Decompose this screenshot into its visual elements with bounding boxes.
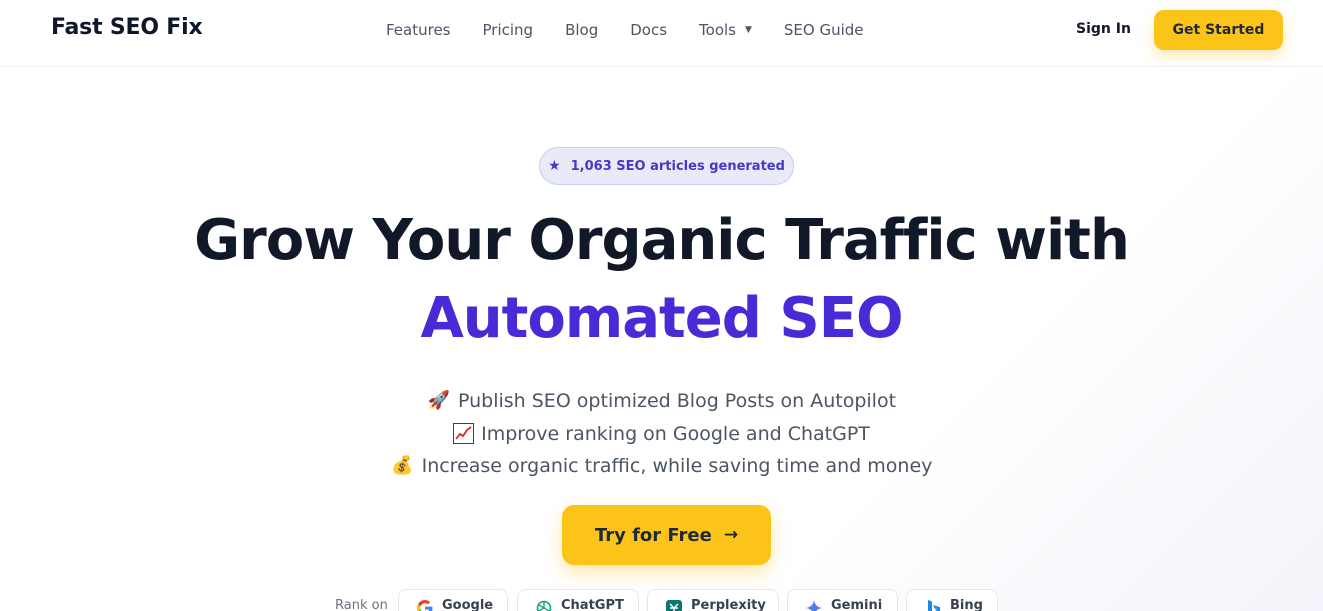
perplexity-icon	[664, 598, 683, 611]
star-icon: ★	[548, 158, 561, 174]
arrow-right-icon: →	[723, 525, 739, 545]
benefit-item: 💰 Increase organic traffic, while saving…	[0, 450, 1323, 483]
nav-blog-link[interactable]: Blog	[565, 20, 598, 40]
rank-on-label: Rank on	[335, 598, 388, 611]
try-for-free-button[interactable]: Try for Free →	[562, 505, 771, 565]
engine-name: Bing	[950, 598, 983, 611]
engine-bing[interactable]: Bing	[906, 589, 998, 611]
gemini-icon	[804, 598, 823, 611]
engine-name: ChatGPT	[561, 598, 624, 611]
hero-benefits-list: 🚀 Publish SEO optimized Blog Posts on Au…	[0, 385, 1323, 483]
nav-docs-label: Docs	[630, 21, 668, 39]
hero-title-line1: Grow Your Organic Traffic with	[194, 208, 1130, 273]
benefit-text: Improve ranking on Google and ChatGPT	[481, 422, 870, 445]
bing-icon	[923, 598, 942, 611]
engine-google[interactable]: Google	[398, 589, 508, 611]
rocket-icon: 🚀	[427, 390, 451, 412]
get-started-button[interactable]: Get Started	[1154, 10, 1283, 50]
money-bag-icon: 💰	[391, 455, 414, 477]
try-for-free-label: Try for Free	[594, 524, 712, 546]
nav-pricing-label: Pricing	[482, 21, 534, 39]
nav-pricing-link[interactable]: Pricing	[483, 20, 534, 40]
badge-text: 1,063 SEO articles generated	[570, 158, 785, 174]
engine-chatgpt[interactable]: ChatGPT	[517, 589, 639, 611]
sign-in-link[interactable]: Sign In	[1076, 21, 1131, 37]
main-menu: Features Pricing Blog Docs Tools ▼ SEO G…	[386, 20, 896, 40]
benefit-item: 🚀 Publish SEO optimized Blog Posts on Au…	[0, 385, 1323, 418]
nav-features-label: Features	[386, 21, 451, 39]
chart-increasing-icon	[453, 423, 475, 445]
hero-title-line2: Automated SEO	[420, 286, 903, 351]
brand-logo[interactable]: Fast SEO Fix	[51, 15, 203, 40]
benefit-text: Publish SEO optimized Blog Posts on Auto…	[457, 390, 897, 413]
nav-features-link[interactable]: Features	[386, 20, 451, 40]
nav-tools-dropdown[interactable]: Tools ▼	[699, 20, 752, 40]
nav-docs-link[interactable]: Docs	[630, 20, 667, 40]
benefit-item: Improve ranking on Google and ChatGPT	[0, 418, 1323, 451]
articles-generated-badge: ★ 1,063 SEO articles generated	[539, 147, 794, 185]
nav-blog-label: Blog	[565, 21, 599, 39]
engine-gemini[interactable]: Gemini	[787, 589, 898, 611]
nav-tools-label: Tools	[699, 21, 736, 39]
google-icon	[415, 598, 434, 611]
chatgpt-icon	[534, 598, 553, 611]
engine-name: Perplexity	[691, 598, 766, 611]
caret-down-icon: ▼	[744, 25, 752, 35]
top-navbar: Fast SEO Fix Features Pricing Blog Docs …	[0, 0, 1323, 67]
engine-name: Google	[442, 598, 494, 611]
nav-seo-guide-link[interactable]: SEO Guide	[784, 20, 864, 40]
engine-name: Gemini	[831, 598, 883, 611]
engine-perplexity[interactable]: Perplexity	[647, 589, 779, 611]
landing-page: Fast SEO Fix Features Pricing Blog Docs …	[0, 0, 1323, 611]
benefit-text: Increase organic traffic, while saving t…	[421, 455, 933, 478]
nav-seo-guide-label: SEO Guide	[783, 21, 864, 39]
